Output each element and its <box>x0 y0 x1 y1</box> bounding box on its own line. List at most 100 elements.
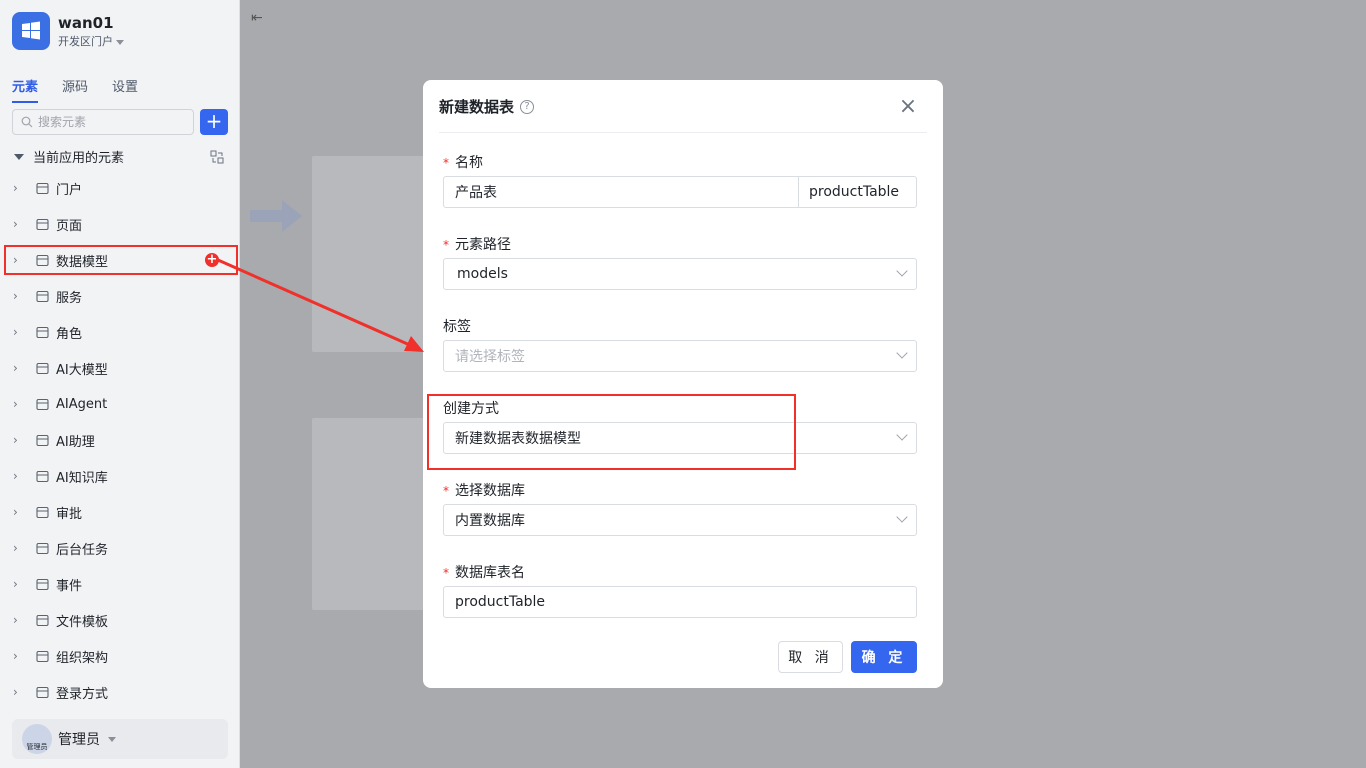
code-input[interactable]: productTable <box>798 176 917 208</box>
divider <box>439 132 927 133</box>
sidebar-item-label: 登录方式 <box>56 686 109 702</box>
ai-model-icon <box>34 360 50 376</box>
confirm-button[interactable]: 确 定 <box>851 641 917 673</box>
search-input[interactable] <box>38 115 178 129</box>
chevron-right-icon: › <box>13 397 18 411</box>
chevron-down-icon <box>896 265 908 277</box>
search-field[interactable] <box>12 109 194 135</box>
sidebar-item-label: 页面 <box>56 218 83 234</box>
sidebar-item-label: AI大模型 <box>56 362 108 378</box>
page-icon <box>34 216 50 232</box>
sidebar-item[interactable]: › 事件 <box>0 567 240 601</box>
file-template-icon <box>34 612 50 628</box>
app-logo-icon <box>12 12 50 50</box>
sidebar-item[interactable]: › 数据模型 + <box>4 245 238 275</box>
sidebar-item[interactable]: › 审批 <box>0 495 240 529</box>
sidebar-item-label: 审批 <box>56 506 83 522</box>
chevron-down-icon <box>896 347 908 359</box>
org-icon <box>34 648 50 664</box>
service-icon <box>34 288 50 304</box>
sidebar-item-label: 角色 <box>56 326 83 342</box>
sidebar-item-label: 服务 <box>56 290 83 306</box>
login-icon <box>34 684 50 700</box>
avatar: 管理员 <box>22 724 52 754</box>
close-button[interactable]: × <box>897 96 919 118</box>
chevron-right-icon: › <box>13 613 18 627</box>
home-icon <box>34 180 50 196</box>
user-name: 管理员 <box>58 732 100 748</box>
sidebar-item[interactable]: › 登录方式 <box>0 675 240 709</box>
sidebar-item[interactable]: › 角色 <box>0 315 240 349</box>
app-header[interactable]: wan01 开发区门户 <box>12 12 124 50</box>
sidebar-item[interactable]: › AI助理 <box>0 423 240 457</box>
sidebar-item-label: 数据模型 <box>56 254 109 270</box>
ai-assistant-icon <box>34 432 50 448</box>
approval-icon <box>34 504 50 520</box>
placeholder-card <box>312 418 424 610</box>
chevron-right-icon: › <box>13 433 18 447</box>
tree-group-header[interactable]: 当前应用的元素 <box>14 147 224 166</box>
sidebar-item[interactable]: › 页面 <box>0 207 240 241</box>
sidebar-item-label: 事件 <box>56 578 83 594</box>
chevron-down-icon <box>896 511 908 523</box>
sidebar-item[interactable]: › AI知识库 <box>0 459 240 493</box>
new-table-dialog: 新建数据表 ? × * 名称 产品表 productTable * 元素路径 mod… <box>423 80 943 688</box>
task-icon <box>34 540 50 556</box>
sidebar-item-label: AI助理 <box>56 434 95 450</box>
tab-settings[interactable]: 设置 <box>112 76 138 103</box>
sidebar-item[interactable]: › 组织架构 <box>0 639 240 673</box>
sidebar-item-label: 文件模板 <box>56 614 109 630</box>
chevron-right-icon: › <box>13 541 18 555</box>
sidebar-item-label: 组织架构 <box>56 650 109 666</box>
caret-down-icon <box>108 736 116 742</box>
add-icon[interactable]: + <box>205 253 219 267</box>
tags-label: 标签 <box>443 319 471 335</box>
chevron-right-icon: › <box>13 289 18 303</box>
locate-icon[interactable] <box>210 150 224 164</box>
tab-source[interactable]: 源码 <box>62 76 88 103</box>
sidebar-item-label: 后台任务 <box>56 542 109 558</box>
path-select[interactable]: models <box>443 258 917 290</box>
name-label: * 名称 <box>443 155 483 171</box>
help-icon[interactable]: ? <box>520 99 535 114</box>
dialog-title-text: 新建数据表 <box>439 98 515 116</box>
chevron-right-icon: › <box>13 505 18 519</box>
add-element-button[interactable]: + <box>200 109 228 135</box>
chevron-right-icon: › <box>13 181 18 195</box>
chevron-right-icon: › <box>13 361 18 375</box>
sidebar-item-label: AI知识库 <box>56 470 108 486</box>
placeholder-card <box>312 156 424 352</box>
cancel-button[interactable]: 取 消 <box>778 641 843 673</box>
robot-icon <box>34 396 50 412</box>
table-name-input[interactable]: productTable <box>443 586 917 618</box>
database-label: * 选择数据库 <box>443 483 525 499</box>
caret-down-icon <box>14 153 24 160</box>
chevron-right-icon: › <box>13 649 18 663</box>
sidebar-item[interactable]: › AI大模型 <box>0 351 240 385</box>
user-menu[interactable]: 管理员 管理员 <box>12 719 228 759</box>
sidebar-item[interactable]: › 服务 <box>0 279 240 313</box>
table-icon <box>34 252 50 268</box>
collapse-sidebar-icon[interactable]: ⇤ <box>251 10 263 26</box>
path-label: * 元素路径 <box>443 237 511 253</box>
sidebar-item-label: 门户 <box>56 182 83 198</box>
database-select[interactable]: 内置数据库 <box>443 504 917 536</box>
chevron-down-icon <box>896 429 908 441</box>
name-input[interactable]: 产品表 <box>443 176 799 208</box>
chevron-right-icon: › <box>13 253 18 267</box>
chevron-right-icon: › <box>13 325 18 339</box>
app-portal-select[interactable]: 开发区门户 <box>58 34 124 50</box>
sidebar-item[interactable]: › 后台任务 <box>0 531 240 565</box>
chevron-right-icon: › <box>13 577 18 591</box>
caret-down-icon <box>116 39 124 45</box>
search-icon <box>21 116 33 128</box>
tags-select[interactable]: 请选择标签 <box>443 340 917 372</box>
tab-elements[interactable]: 元素 <box>12 76 39 103</box>
table-name-label: * 数据库表名 <box>443 565 525 581</box>
sidebar-tabs: 元素 源码 设置 <box>12 76 138 103</box>
sidebar-item[interactable]: › 门户 <box>0 171 240 205</box>
chevron-right-icon: › <box>13 685 18 699</box>
sidebar-item[interactable]: › 文件模板 <box>0 603 240 637</box>
sidebar-item[interactable]: › AIAgent <box>0 387 240 421</box>
event-icon <box>34 576 50 592</box>
